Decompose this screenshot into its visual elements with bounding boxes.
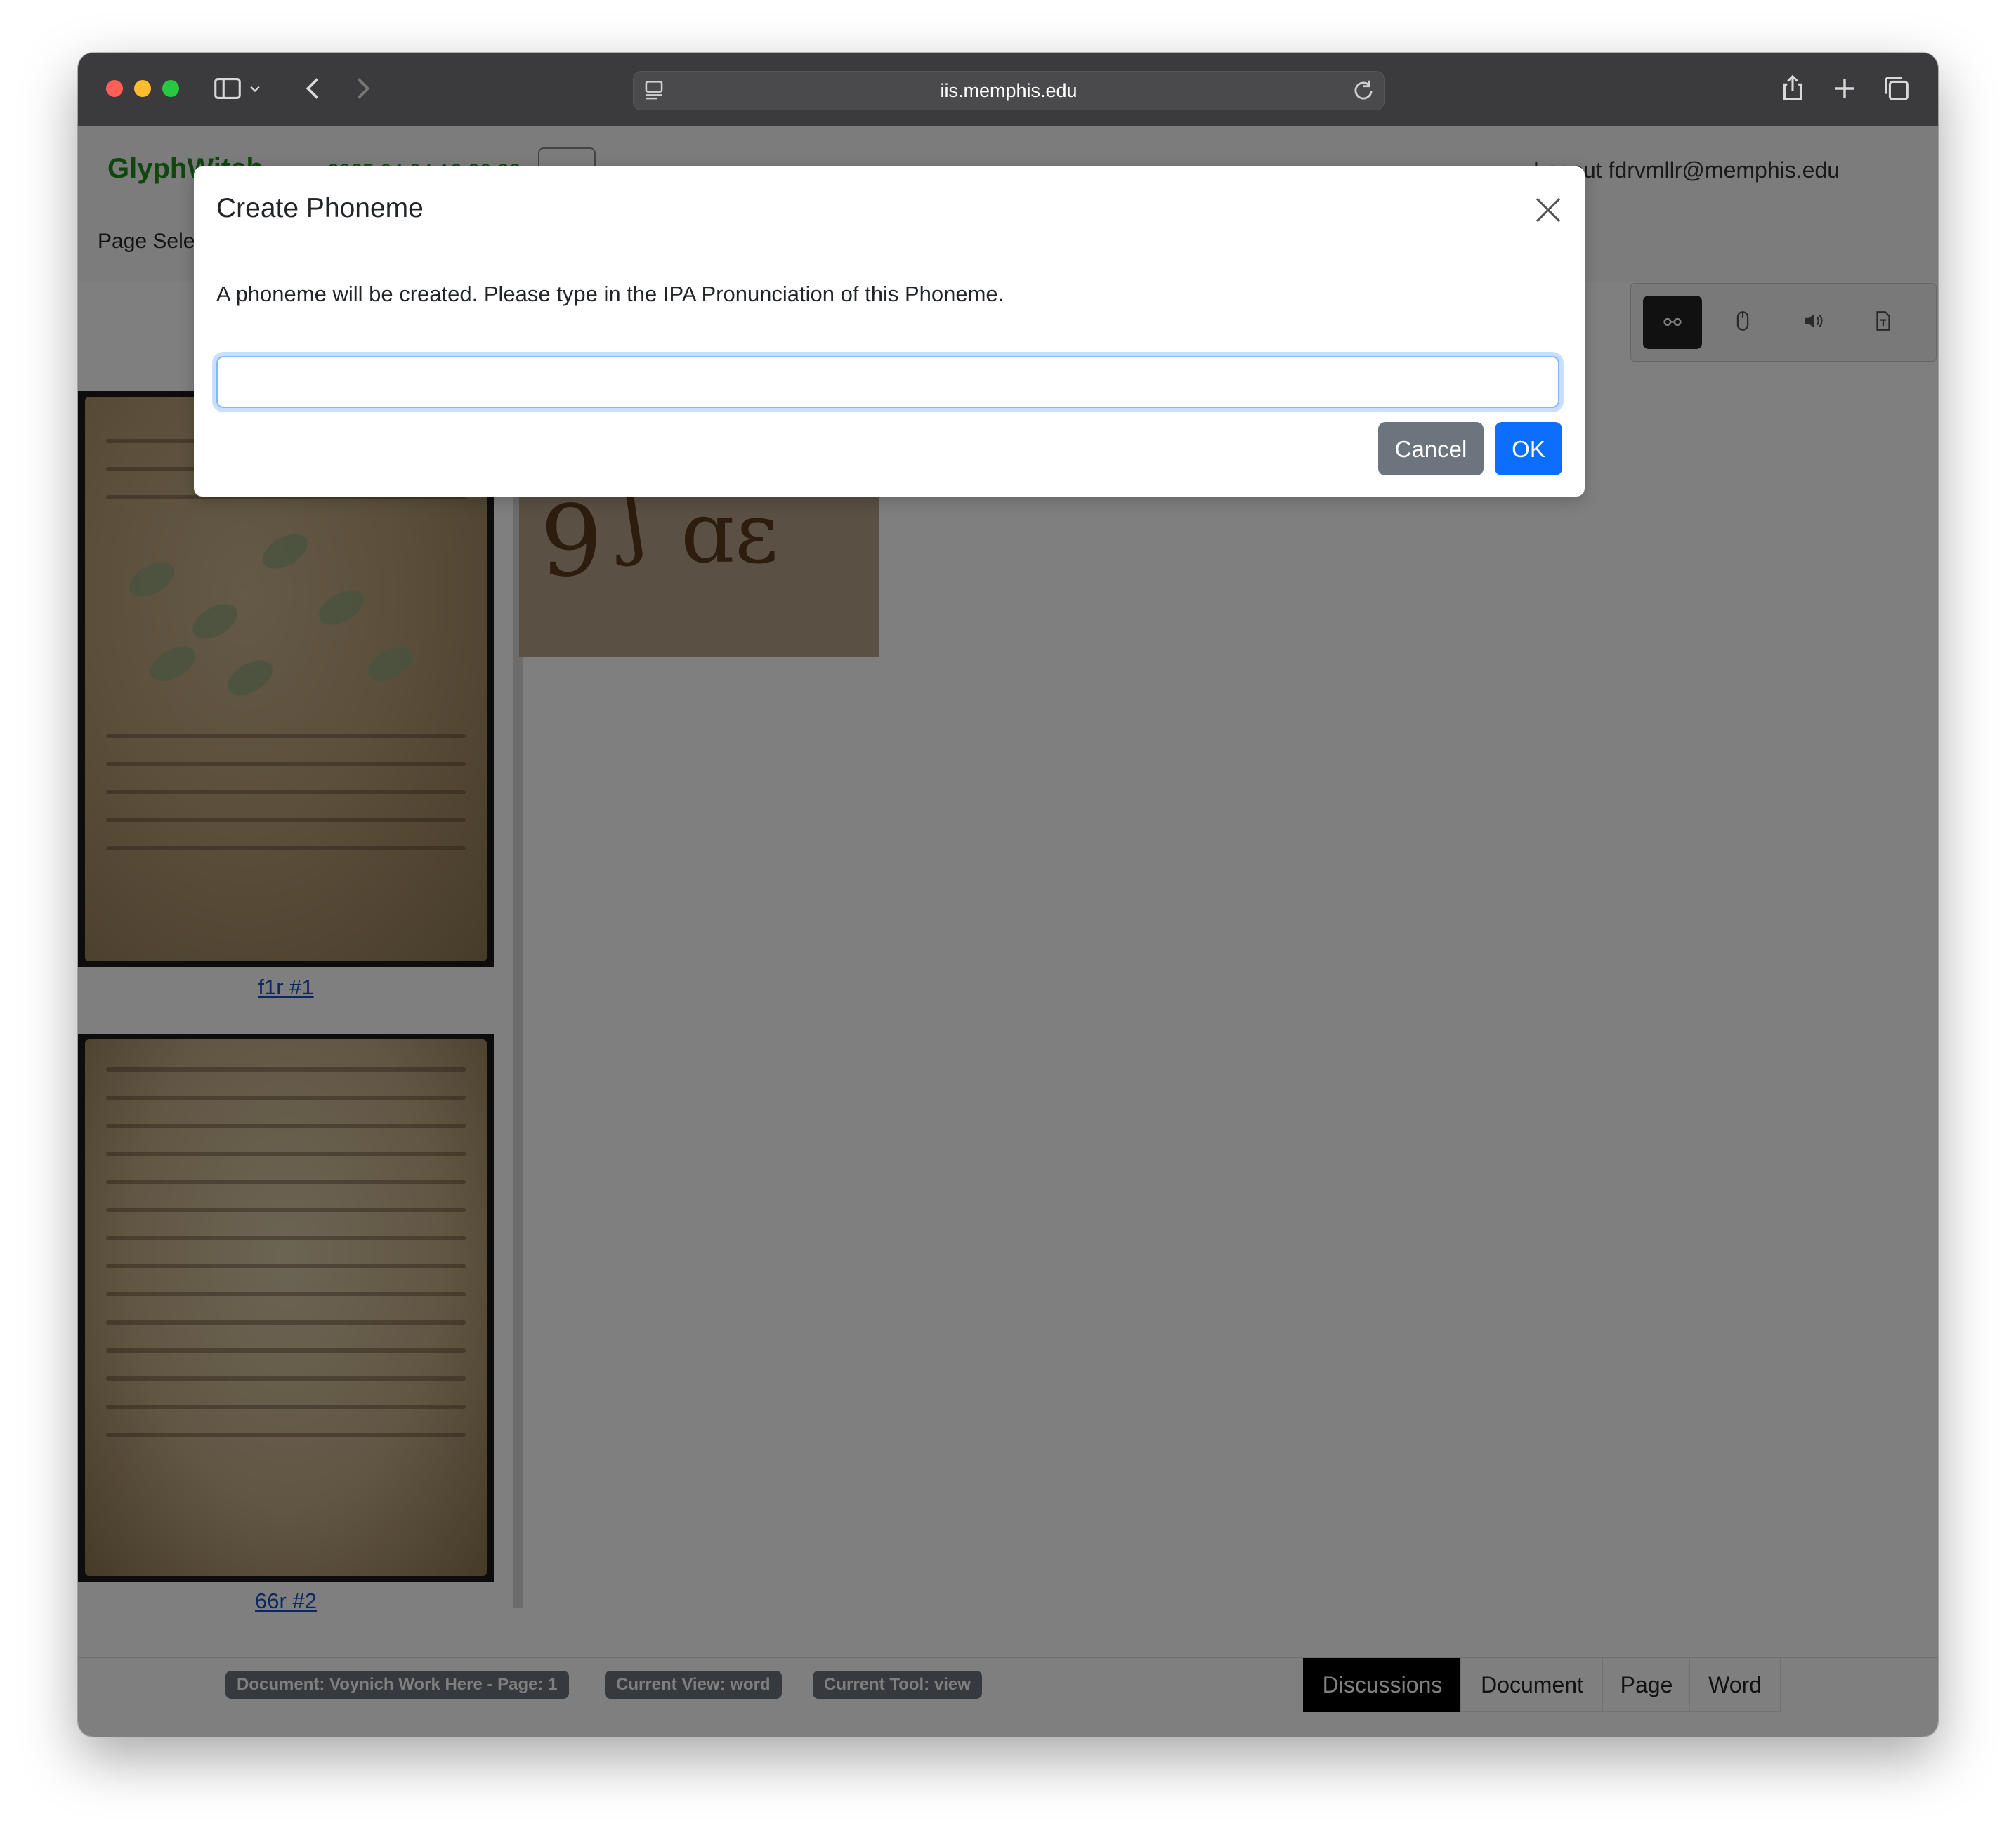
url-text: iis.memphis.edu	[940, 80, 1078, 101]
modal-title: Create Phoneme	[216, 193, 424, 223]
maximize-window-button[interactable]	[162, 80, 179, 97]
browser-toolbar: iis.memphis.edu	[78, 53, 1938, 127]
new-tab-icon[interactable]	[1828, 72, 1861, 105]
address-bar[interactable]: iis.memphis.edu	[633, 71, 1385, 110]
back-arrow-icon[interactable]	[297, 72, 329, 105]
forward-arrow-icon[interactable]	[346, 72, 379, 105]
browser-window: iis.memphis.edu GlyphWitch 2025 04 04 12…	[78, 53, 1938, 1737]
close-window-button[interactable]	[106, 80, 123, 97]
close-icon[interactable]	[1531, 193, 1565, 227]
ok-button[interactable]: OK	[1495, 422, 1562, 475]
ipa-pronunciation-input[interactable]	[216, 356, 1559, 408]
reload-icon[interactable]	[1350, 77, 1377, 104]
modal-message: A phoneme will be created. Please type i…	[216, 282, 1004, 306]
modal-header: Create Phoneme	[194, 166, 1585, 254]
minimize-window-button[interactable]	[134, 80, 151, 97]
modal-body: A phoneme will be created. Please type i…	[194, 254, 1585, 334]
tab-overview-icon[interactable]	[1880, 72, 1913, 105]
share-icon[interactable]	[1776, 72, 1809, 105]
chevron-down-icon[interactable]	[245, 72, 265, 105]
sidebar-toggle-icon[interactable]	[211, 72, 244, 105]
create-phoneme-dialog: Create Phoneme A phoneme will be created…	[194, 166, 1585, 497]
cancel-button[interactable]: Cancel	[1378, 422, 1484, 475]
